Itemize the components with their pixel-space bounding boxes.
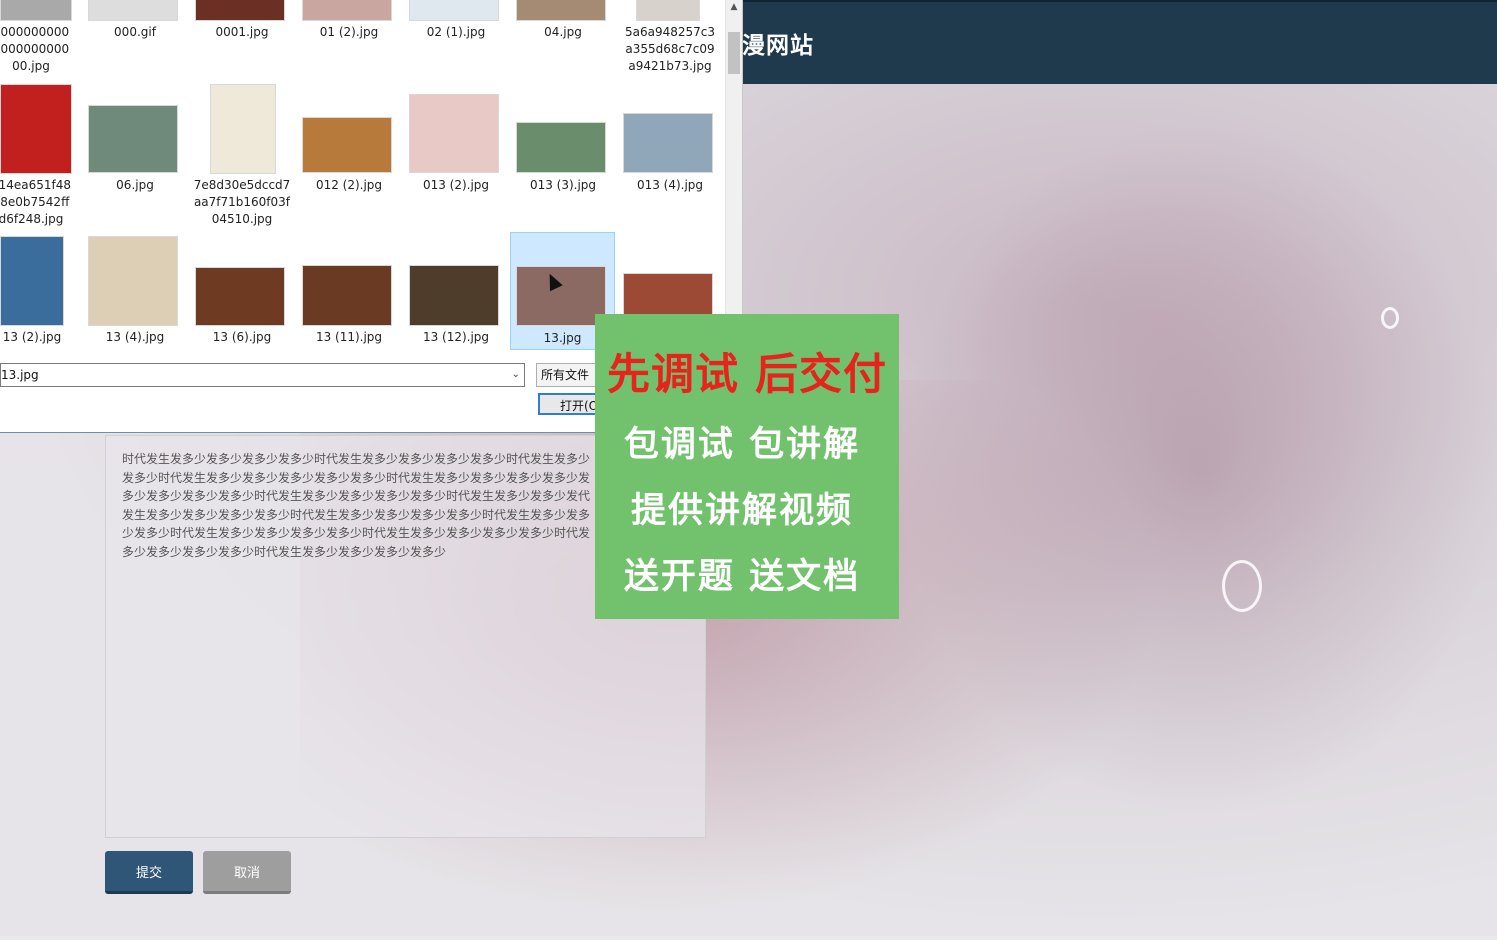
cancel-button[interactable]: 取消 <box>203 851 291 894</box>
file-thumbnail <box>0 236 64 326</box>
file-thumbnail <box>409 94 499 173</box>
file-thumbnail <box>516 0 606 21</box>
file-thumbnail <box>623 113 713 173</box>
file-name: 13 (4).jpg <box>105 330 165 344</box>
file-thumbnail <box>88 0 178 21</box>
file-name: 02 (1).jpg <box>426 25 486 39</box>
file-item[interactable]: 5a6a948257c3a355d68c7c09a9421b73.jpg <box>618 0 722 80</box>
filename-value: 13.jpg <box>1 368 39 382</box>
file-name: 06.jpg <box>116 178 154 192</box>
promo-line-4: 送开题 送文档 <box>623 557 861 597</box>
file-thumbnail <box>210 84 276 174</box>
site-header: 漫网站 <box>742 0 1497 84</box>
file-item[interactable]: 01 (2).jpg <box>297 0 401 80</box>
file-thumbnail <box>636 0 700 21</box>
file-item[interactable]: 012 (2).jpg <box>297 82 401 230</box>
file-name: 000.gif <box>114 25 156 39</box>
content-text: 时代发生发多少发多少发多少发多少时代发生发多少发多少发多少发多少时代发生发多少发… <box>122 452 591 559</box>
file-item[interactable]: 000.gif <box>83 0 187 80</box>
decor-ring-small <box>1381 307 1399 329</box>
file-name: 13 (12).jpg <box>422 330 490 344</box>
file-thumbnail <box>195 0 285 21</box>
file-name: 013 (3).jpg <box>529 178 597 192</box>
file-grid-scrollbar[interactable]: ▲ <box>725 0 742 355</box>
file-thumbnail <box>516 266 606 326</box>
file-item[interactable]: b14ea651f48b8e0b7542ffd6f248.jpg <box>0 82 84 230</box>
file-name: 5a6a948257c3a355d68c7c09a9421b73.jpg <box>624 25 716 73</box>
file-item[interactable]: 13 (11).jpg <box>297 234 401 350</box>
file-item[interactable]: 13 (12).jpg <box>404 234 508 350</box>
file-name: 013 (4).jpg <box>636 178 704 192</box>
file-item[interactable]: 0000000000000000000000.jpg <box>0 0 84 80</box>
promo-line-1: 先调试 后交付 <box>607 350 887 400</box>
file-thumbnail <box>302 117 392 173</box>
file-item[interactable]: 7e8d30e5dccd7aa7f71b160f03f04510.jpg <box>190 82 294 230</box>
file-item[interactable]: 13 (4).jpg <box>83 234 187 350</box>
promo-line-3: 提供讲解视频 <box>630 491 853 531</box>
chevron-down-icon[interactable]: ⌄ <box>512 364 520 386</box>
file-item[interactable]: 13 (2).jpg <box>0 234 84 350</box>
file-thumbnail <box>195 267 285 326</box>
file-thumbnail <box>516 122 606 173</box>
decor-ring-large <box>1222 560 1262 612</box>
file-name: 012 (2).jpg <box>315 178 383 192</box>
file-name: 013 (2).jpg <box>422 178 490 192</box>
file-name: 7e8d30e5dccd7aa7f71b160f03f04510.jpg <box>193 178 291 226</box>
file-item[interactable]: 13 (6).jpg <box>190 234 294 350</box>
promo-banner: 先调试 后交付 包调试 包讲解 提供讲解视频 送开题 送文档 <box>595 314 899 619</box>
file-name: 01 (2).jpg <box>319 25 379 39</box>
file-item[interactable]: 013 (4).jpg <box>618 82 722 230</box>
submit-button[interactable]: 提交 <box>105 851 193 894</box>
scroll-up-arrow-icon[interactable]: ▲ <box>726 0 742 14</box>
file-grid: 0000000000000000000000.jpg 000.gif 0001.… <box>0 0 725 355</box>
file-name: 04.jpg <box>544 25 582 39</box>
file-thumbnail <box>0 84 72 174</box>
file-name: b14ea651f48b8e0b7542ffd6f248.jpg <box>0 178 72 226</box>
file-item[interactable]: 06.jpg <box>83 82 187 230</box>
file-name: 0000000000000000000000.jpg <box>0 25 70 73</box>
file-thumbnail <box>302 0 392 21</box>
filename-input[interactable]: 13.jpg ⌄ <box>0 363 525 387</box>
file-thumbnail <box>88 105 178 173</box>
file-thumbnail <box>409 265 499 326</box>
file-item[interactable]: 02 (1).jpg <box>404 0 508 80</box>
promo-line-2: 包调试 包讲解 <box>623 425 861 465</box>
file-thumbnail <box>409 0 499 21</box>
site-title: 漫网站 <box>742 33 814 59</box>
file-item[interactable]: 0001.jpg <box>190 0 294 80</box>
file-thumbnail <box>302 265 392 326</box>
file-name: 13 (11).jpg <box>315 330 383 344</box>
file-name: 13 (6).jpg <box>212 330 272 344</box>
file-name: 0001.jpg <box>215 25 269 39</box>
file-thumbnail <box>88 236 178 326</box>
file-item[interactable]: 013 (2).jpg <box>404 82 508 230</box>
file-item[interactable]: 013 (3).jpg <box>511 82 615 230</box>
scroll-thumb[interactable] <box>728 32 740 74</box>
file-name: 13 (2).jpg <box>2 330 62 344</box>
file-thumbnail <box>0 0 72 21</box>
file-item[interactable]: 04.jpg <box>511 0 615 80</box>
